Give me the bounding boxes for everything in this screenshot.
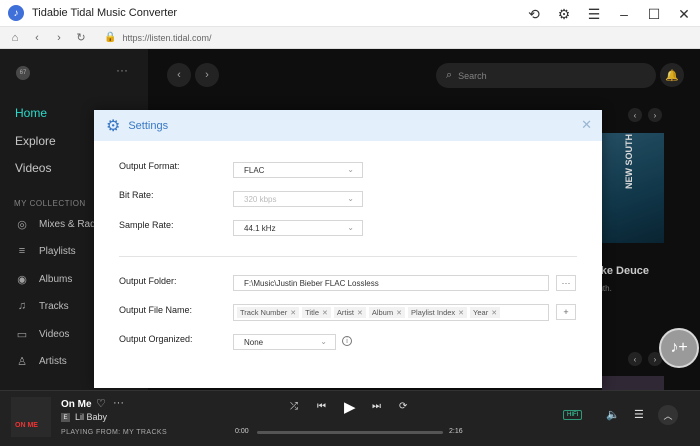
settings-header: ⚙ Settings ✕: [94, 110, 602, 141]
gear-icon[interactable]: ⚙: [556, 6, 572, 22]
add-tag-button[interactable]: +: [556, 304, 576, 320]
address-bar: ⌂ ‹ › ↻ 🔒 https://listen.tidal.com/: [0, 27, 700, 49]
tag-playlist-index: Playlist Index ✕: [407, 307, 468, 318]
output-folder-input[interactable]: F:\Music\Justin Bieber FLAC Lossless: [233, 275, 549, 291]
shuffle-icon[interactable]: ⤮: [290, 401, 298, 412]
remove-tag-icon[interactable]: ✕: [458, 309, 464, 317]
quality-badge[interactable]: HIFI: [563, 410, 583, 420]
file-name-tags-field[interactable]: Track Number ✕ Title ✕ Artist ✕ Album ✕ Play…: [233, 304, 549, 321]
sample-rate-value: 44.1 kHz: [244, 223, 276, 233]
url-text[interactable]: https://listen.tidal.com/: [122, 33, 211, 43]
repeat-icon[interactable]: ⟳: [399, 401, 407, 412]
add-music-button[interactable]: ♪+: [659, 328, 699, 368]
output-organized-select[interactable]: None ⌄: [233, 334, 336, 350]
divider: [119, 256, 577, 257]
time-current: 0:00: [235, 428, 249, 435]
menu-icon[interactable]: ☰: [586, 6, 602, 22]
output-format-select[interactable]: FLAC ⌄: [233, 162, 363, 178]
track-title[interactable]: On Me: [61, 399, 92, 410]
browse-folder-button[interactable]: ···: [556, 275, 576, 291]
tag-year: Year ✕: [470, 307, 501, 318]
chevron-down-icon: ⌄: [320, 337, 327, 346]
playing-from-text[interactable]: PLAYING FROM: MY TRACKS: [61, 429, 167, 436]
settings-title: Settings: [128, 119, 169, 132]
expand-player-button[interactable]: ︿: [658, 405, 678, 425]
app-window: ♪ Tidabie Tidal Music Converter ⟲ ⚙ ☰ – …: [0, 0, 700, 446]
bit-rate-value: 320 kbps: [244, 194, 277, 204]
volume-icon[interactable]: 🔈: [606, 408, 620, 421]
output-folder-label: Output Folder:: [119, 276, 177, 286]
previous-icon[interactable]: ⏮: [317, 401, 326, 412]
bit-rate-select[interactable]: 320 kbps ⌄: [233, 191, 363, 207]
reload-icon[interactable]: ↻: [74, 31, 88, 44]
info-icon[interactable]: i: [342, 336, 352, 346]
settings-dialog: ⚙ Settings ✕ Output Format: FLAC ⌄ Bit R…: [94, 110, 602, 388]
tag-label: Year: [473, 308, 489, 317]
output-organized-label: Output Organized:: [119, 334, 193, 344]
cover-text: ON ME: [15, 422, 38, 429]
explicit-badge: E: [61, 413, 70, 422]
queue-icon[interactable]: ☰: [634, 408, 644, 421]
track-cover[interactable]: ON ME: [11, 397, 51, 437]
history-icon[interactable]: ⟲: [526, 6, 542, 22]
bit-rate-label: Bit Rate:: [119, 190, 154, 200]
output-file-name-label: Output File Name:: [119, 305, 193, 315]
output-format-value: FLAC: [244, 165, 265, 175]
output-organized-value: None: [244, 337, 264, 347]
tag-label: Artist: [336, 308, 354, 317]
tag-title: Title ✕: [302, 307, 331, 318]
next-icon[interactable]: ⏭: [372, 401, 381, 412]
title-bar: ♪ Tidabie Tidal Music Converter ⟲ ⚙ ☰ – …: [0, 0, 700, 27]
lock-icon: 🔒: [104, 32, 117, 43]
forward-icon[interactable]: ›: [52, 32, 66, 44]
tag-label: Title: [305, 308, 319, 317]
progress-bar[interactable]: [257, 431, 443, 434]
maximize-icon[interactable]: ☐: [646, 6, 662, 22]
back-icon[interactable]: ‹: [30, 32, 44, 44]
tag-track-number: Track Number ✕: [237, 307, 300, 318]
more-options-icon[interactable]: ···: [113, 397, 124, 409]
title-bar-controls: ⟲ ⚙ ☰ – ☐ ✕: [526, 0, 692, 27]
time-total: 2:16: [449, 428, 463, 435]
remove-tag-icon[interactable]: ✕: [322, 309, 328, 317]
sample-rate-select[interactable]: 44.1 kHz ⌄: [233, 220, 363, 236]
gear-icon: ⚙: [106, 117, 121, 135]
chevron-down-icon: ⌄: [347, 223, 354, 232]
remove-tag-icon[interactable]: ✕: [491, 309, 497, 317]
minimize-icon[interactable]: –: [616, 6, 632, 22]
close-icon[interactable]: ✕: [676, 6, 692, 22]
tag-label: Playlist Index: [410, 308, 456, 317]
tag-label: Track Number: [240, 308, 288, 317]
tag-album: Album ✕: [368, 307, 405, 318]
heart-icon[interactable]: ♡: [96, 397, 106, 410]
remove-tag-icon[interactable]: ✕: [290, 309, 296, 317]
close-icon[interactable]: ✕: [581, 117, 592, 133]
home-icon[interactable]: ⌂: [8, 32, 22, 44]
remove-tag-icon[interactable]: ✕: [357, 309, 363, 317]
player-bar: ON ME On Me ♡ ··· E Lil Baby PLAYING FRO…: [0, 390, 700, 446]
output-format-label: Output Format:: [119, 161, 180, 171]
tag-label: Album: [371, 308, 394, 317]
sample-rate-label: Sample Rate:: [119, 220, 174, 230]
play-icon[interactable]: ▶: [344, 398, 356, 416]
chevron-down-icon: ⌄: [347, 165, 354, 174]
chevron-down-icon: ⌄: [347, 194, 354, 203]
remove-tag-icon[interactable]: ✕: [396, 309, 402, 317]
tag-artist: Artist ✕: [333, 307, 366, 318]
app-logo-icon: ♪: [8, 5, 24, 21]
app-title: Tidabie Tidal Music Converter: [32, 7, 178, 19]
track-artist[interactable]: Lil Baby: [75, 412, 107, 422]
